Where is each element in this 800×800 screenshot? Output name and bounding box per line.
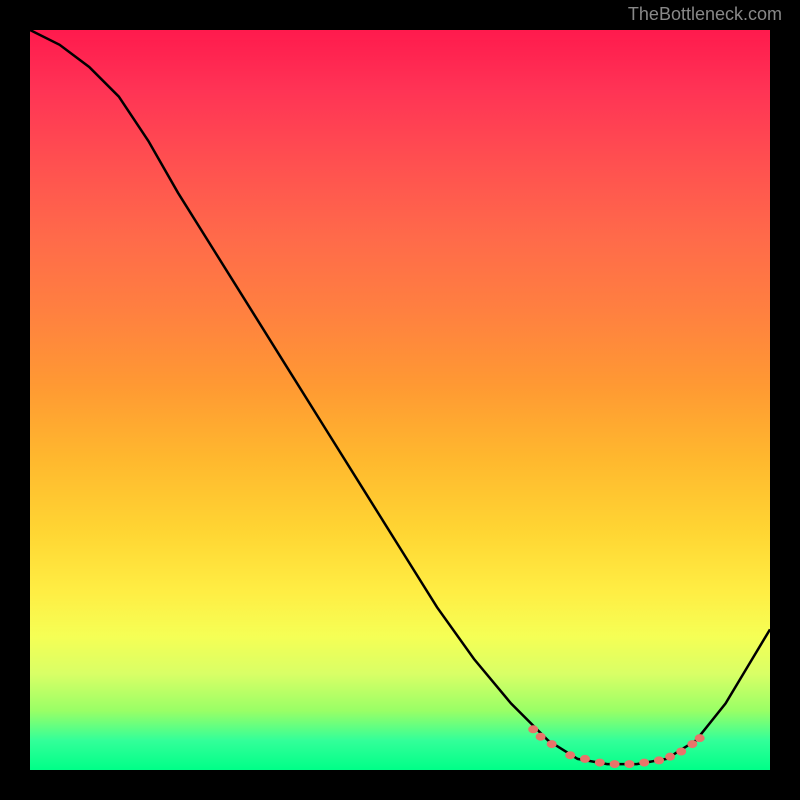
watermark-text: TheBottleneck.com [628,4,782,25]
marker-point [565,751,575,759]
marker-point [695,734,705,742]
bottleneck-curve [30,30,770,764]
marker-point [547,740,557,748]
marker-point [639,759,649,767]
marker-point [676,748,686,756]
marker-points-group [528,725,705,768]
marker-point [654,756,664,764]
chart-svg [30,30,770,770]
chart-container [30,30,770,770]
marker-point [687,740,697,748]
marker-point [528,725,538,733]
marker-point [624,760,634,768]
marker-point [610,760,620,768]
marker-point [580,755,590,763]
curve-line-group [30,30,770,764]
marker-point [665,753,675,761]
marker-point [536,733,546,741]
marker-point [595,759,605,767]
